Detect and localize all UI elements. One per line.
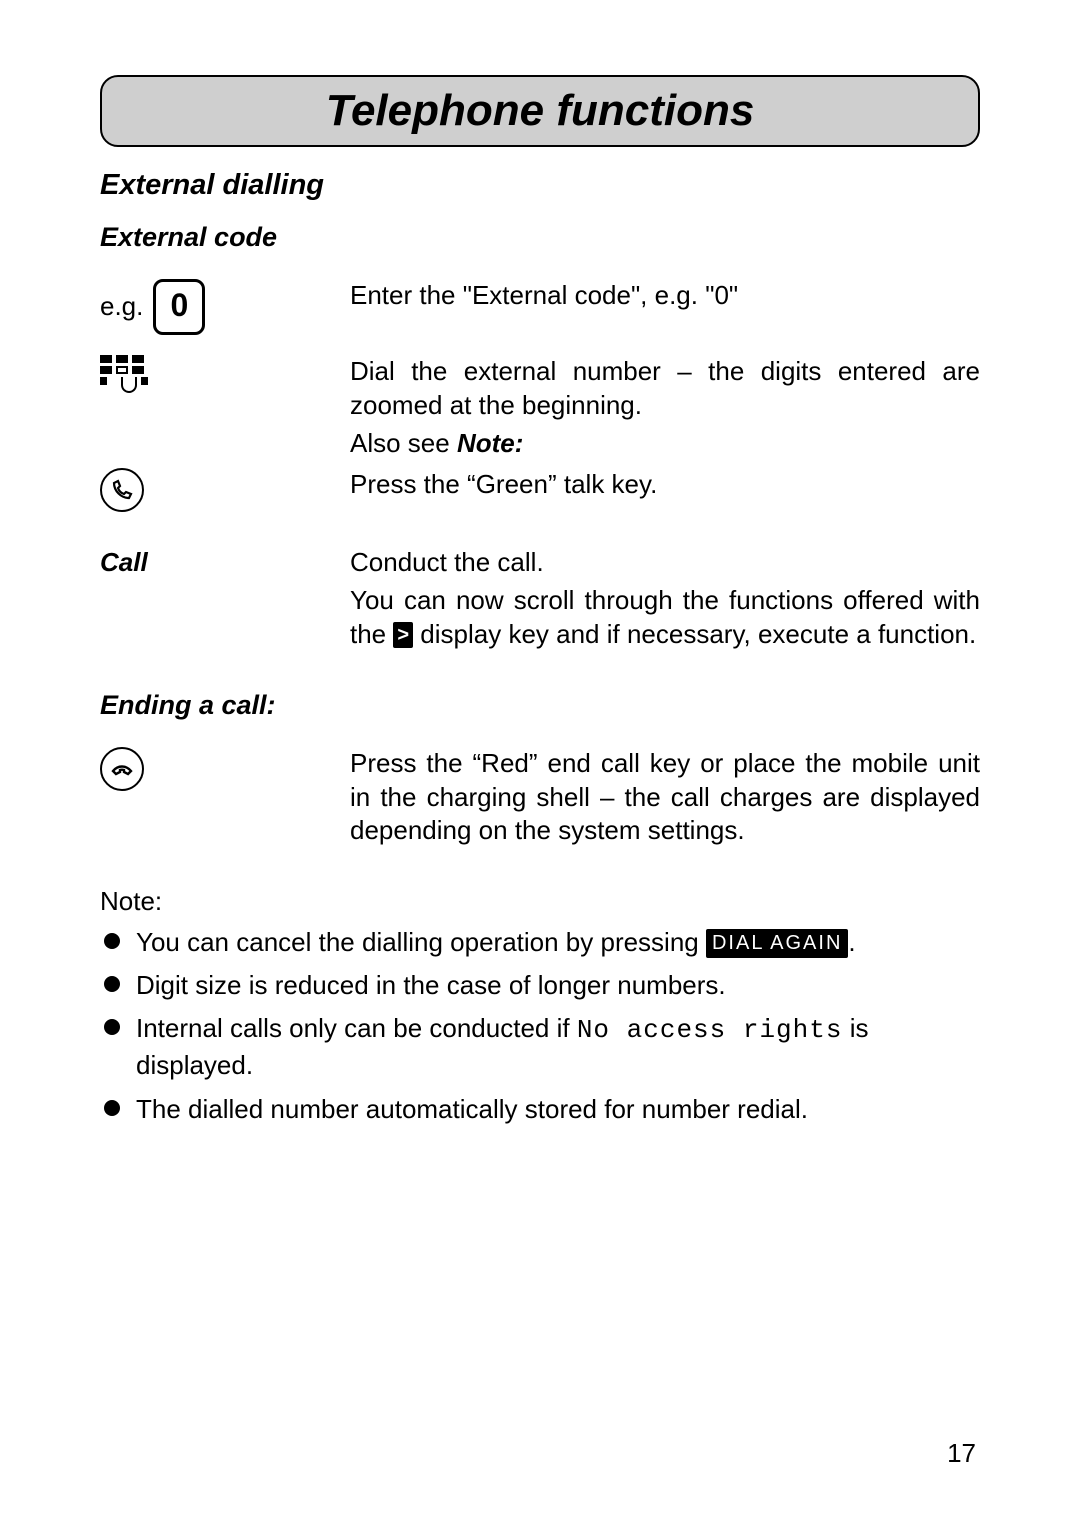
row-external-code: e.g. 0 Enter the "External code", e.g. "… (100, 279, 980, 335)
row-end-call: Press the “Red” end call key or place th… (100, 747, 980, 852)
row-green-left (100, 468, 350, 512)
row-green-key: Press the “Green” talk key. (100, 468, 980, 512)
dialpad-icon (100, 355, 148, 396)
page-title: Telephone functions (326, 86, 755, 136)
row-call: Call Conduct the call. You can now scrol… (100, 546, 980, 655)
note-3a: Internal calls only can be conducted if (136, 1013, 577, 1043)
note-item-1: You can cancel the dialling operation by… (100, 925, 980, 960)
key-0-icon: 0 (153, 279, 205, 335)
end-call-key-icon (100, 747, 144, 791)
row-call-right: Conduct the call. You can now scroll thr… (350, 546, 980, 655)
dial-again-chip: DIAL AGAIN (706, 929, 848, 958)
talk-key-icon (100, 468, 144, 512)
note-1b: . (848, 927, 855, 957)
eg-prefix: e.g. (100, 290, 143, 324)
note-item-4: The dialled number automatically stored … (100, 1092, 980, 1127)
note-item-3: Internal calls only can be conducted if … (100, 1011, 980, 1083)
row-end-right: Press the “Red” end call key or place th… (350, 747, 980, 852)
row-external-code-right: Enter the "External code", e.g. "0" (350, 279, 980, 317)
no-access-rights-text: No access rights (577, 1015, 843, 1045)
row-call-left: Call (100, 546, 350, 580)
row-end-left (100, 747, 350, 791)
row-call-text-1: Conduct the call. (350, 546, 980, 580)
ending-call-heading: Ending a call: (100, 690, 980, 721)
row-external-code-text: Enter the "External code", e.g. "0" (350, 279, 980, 313)
display-key-chip: > (393, 622, 413, 648)
row-external-code-left: e.g. 0 (100, 279, 350, 335)
row-dial-text-2: Also see Note: (350, 427, 980, 461)
page-title-bar: Telephone functions (100, 75, 980, 147)
note-list: You can cancel the dialling operation by… (100, 925, 980, 1126)
row-green-text: Press the “Green” talk key. (350, 468, 980, 502)
row-call-text-2b: display key and if necessary, execute a … (413, 619, 976, 649)
row-dial-text-1: Dial the external number – the digits en… (350, 355, 980, 423)
row-dial-note-ref: Note: (457, 428, 523, 458)
page-number: 17 (947, 1438, 976, 1469)
row-end-text: Press the “Red” end call key or place th… (350, 747, 980, 848)
row-dial-left (100, 355, 350, 396)
note-label: Note: (100, 886, 980, 917)
row-dial-right: Dial the external number – the digits en… (350, 355, 980, 464)
row-dial-text-2a: Also see (350, 428, 457, 458)
note-1a: You can cancel the dialling operation by… (136, 927, 706, 957)
row-green-right: Press the “Green” talk key. (350, 468, 980, 506)
subsection-heading: External code (100, 222, 980, 253)
row-dial-number: Dial the external number – the digits en… (100, 355, 980, 464)
row-call-text-2: You can now scroll through the functions… (350, 584, 980, 652)
section-heading: External dialling (100, 169, 980, 202)
note-item-2: Digit size is reduced in the case of lon… (100, 968, 980, 1003)
